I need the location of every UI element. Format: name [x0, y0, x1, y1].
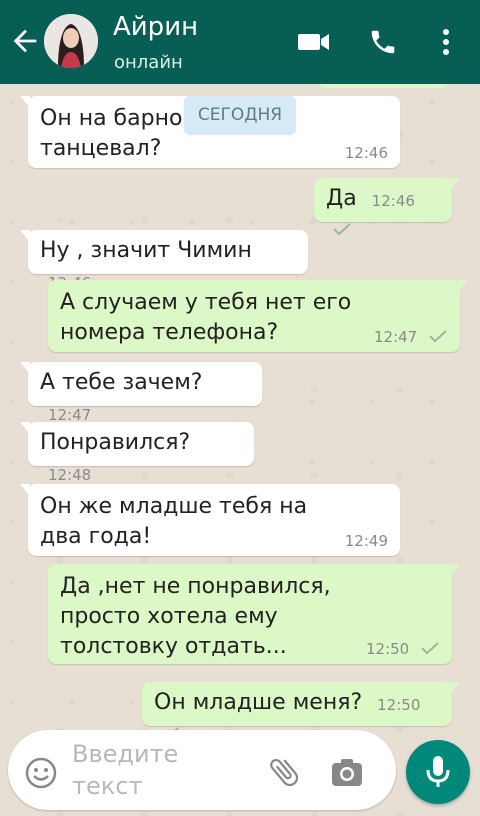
- message-time-group: 12:47: [374, 328, 448, 346]
- message-text: Он младше меня?: [154, 690, 363, 715]
- message-text-line: Да ,нет не понравился,: [60, 574, 331, 599]
- message-incoming[interactable]: Ну , значит Чимин 12:46: [20, 230, 308, 292]
- message-incoming[interactable]: А тебе зачем? 12:47: [20, 362, 262, 424]
- message-outgoing[interactable]: Да 12:46: [314, 178, 460, 236]
- message-incoming[interactable]: Понравился? 12:48: [20, 422, 254, 484]
- message-text: Понравился?: [40, 430, 191, 455]
- phone-icon[interactable]: [366, 27, 400, 57]
- video-call-icon[interactable]: [296, 27, 332, 57]
- message-time: 12:50: [377, 696, 421, 714]
- message-time: 12:46: [344, 144, 388, 162]
- previous-message-sliver: [318, 84, 448, 88]
- sent-tick-icon: [333, 223, 351, 236]
- contact-status: онлайн: [114, 52, 183, 73]
- message-text-line: Он же младше тебя на: [40, 494, 308, 519]
- date-chip: СЕГОДНЯ: [184, 96, 296, 134]
- mic-icon: [426, 756, 450, 787]
- message-time-group: 12:50: [366, 640, 440, 658]
- message-text-line: просто хотела ему: [60, 604, 278, 629]
- message-time: 12:47: [373, 328, 418, 346]
- emoji-icon[interactable]: [24, 756, 58, 790]
- message-outgoing[interactable]: А случаем у тебя нет его номера телефона…: [48, 280, 468, 352]
- message-text: А тебе зачем?: [40, 370, 203, 395]
- message-time: 12:46: [371, 192, 415, 210]
- message-text-line: танцевал?: [40, 136, 162, 161]
- contact-name[interactable]: Айрин: [113, 12, 198, 42]
- message-text: Ну , значит Чимин: [40, 238, 252, 263]
- message-text: Да: [326, 186, 357, 211]
- message-incoming[interactable]: Он же младше тебя на два года! 12:49: [20, 484, 400, 556]
- camera-icon[interactable]: [330, 758, 364, 788]
- message-time: 12:49: [344, 532, 388, 550]
- message-outgoing[interactable]: Он младше меня? 12:50: [142, 682, 460, 740]
- message-composer[interactable]: Введите текст: [8, 730, 396, 810]
- message-text-line: А случаем у тебя нет его: [60, 290, 352, 315]
- sent-tick-icon: [421, 642, 439, 655]
- message-input[interactable]: Введите текст: [72, 738, 222, 802]
- message-time: 12:50: [365, 640, 410, 658]
- sent-tick-icon: [429, 330, 447, 343]
- message-text-line: два года!: [40, 524, 152, 549]
- mic-button[interactable]: [406, 740, 470, 804]
- message-outgoing[interactable]: Да ,нет не понравился, просто хотела ему…: [48, 564, 460, 664]
- chat-area[interactable]: Он на барно танцевал? 12:46 СЕГОДНЯ Да 1…: [0, 84, 480, 816]
- chat-header: Айрин онлайн: [0, 0, 480, 84]
- avatar[interactable]: [44, 14, 98, 68]
- back-arrow-icon[interactable]: [8, 24, 42, 58]
- more-vert-icon[interactable]: [436, 27, 456, 57]
- attach-icon[interactable]: [266, 754, 302, 790]
- message-time: 12:48: [48, 466, 92, 484]
